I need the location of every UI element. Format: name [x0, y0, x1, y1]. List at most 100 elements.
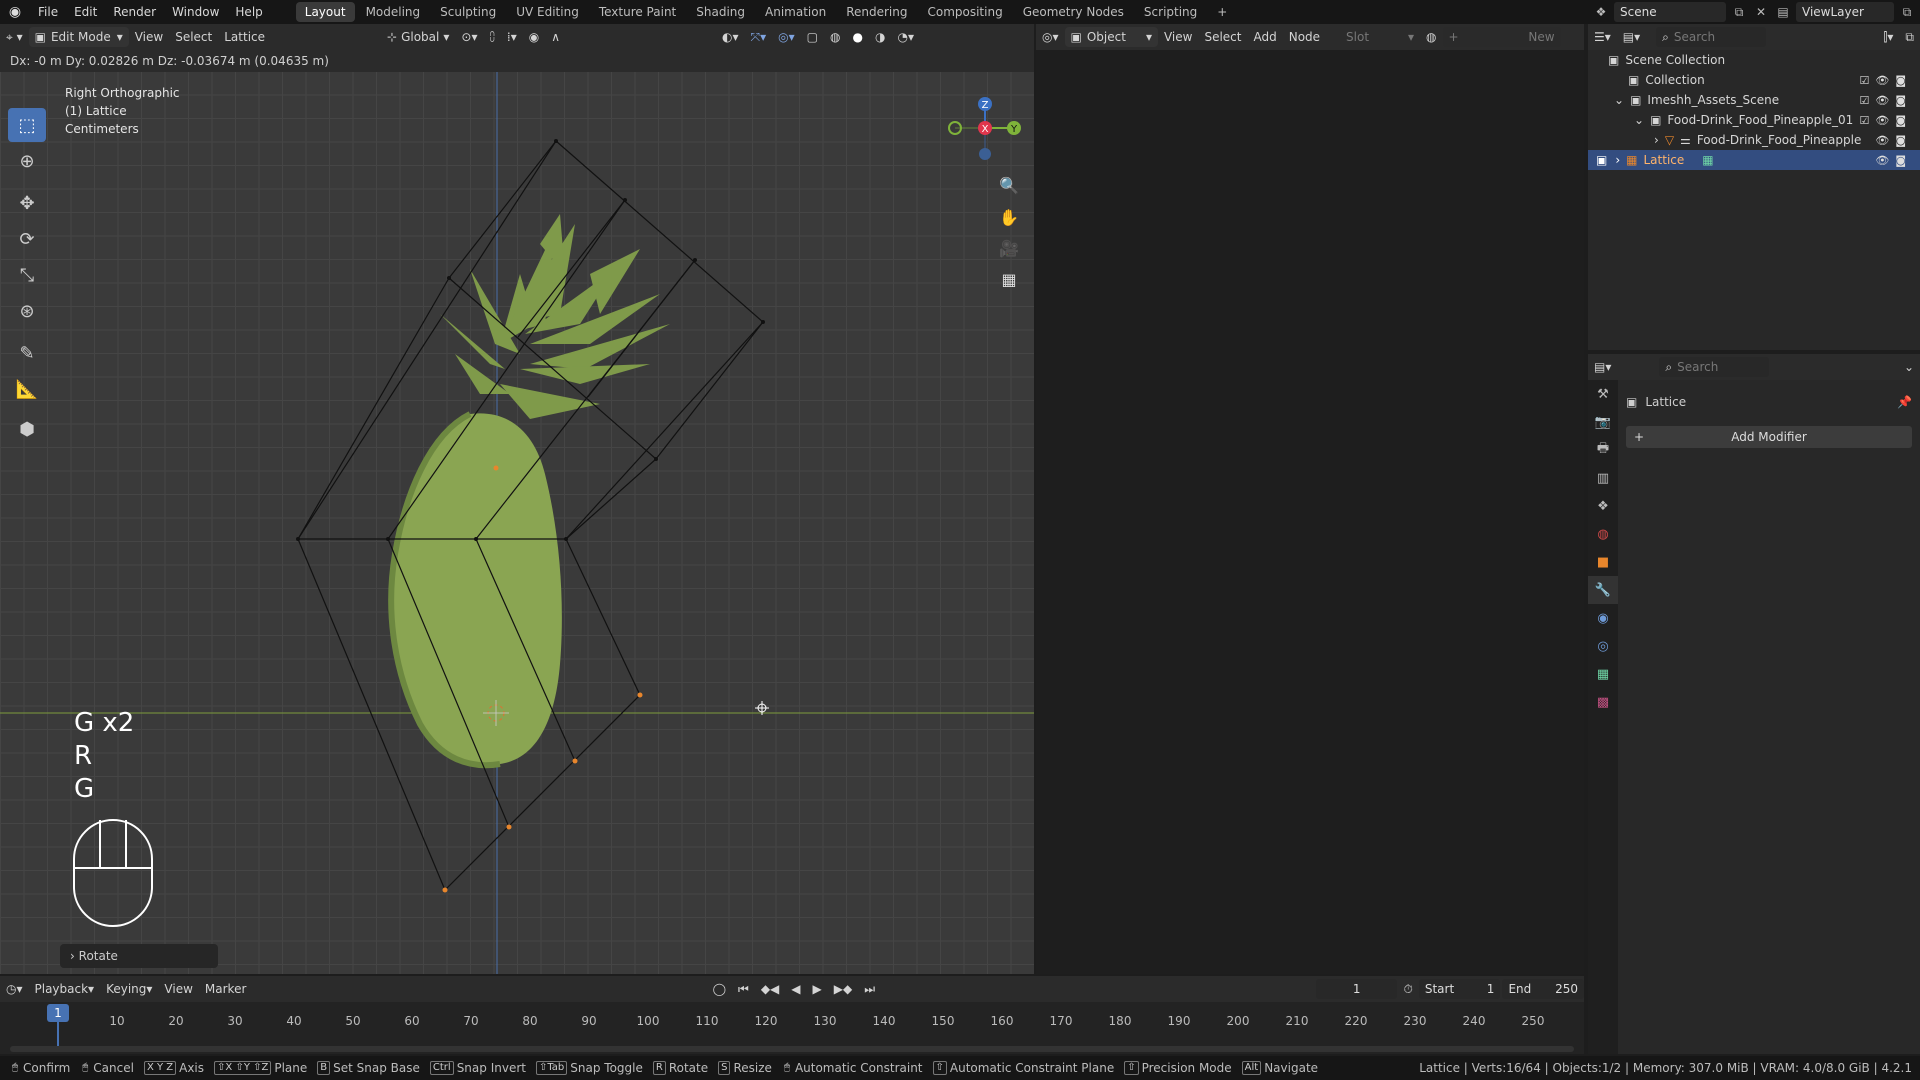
pin-icon[interactable]: 📌: [1897, 395, 1912, 409]
chevron-right-icon[interactable]: ›: [1654, 133, 1659, 147]
filter-icon[interactable]: ⫿▾: [1878, 27, 1900, 47]
scene-icon[interactable]: ❖: [1592, 3, 1610, 21]
outliner-type-icon[interactable]: ☰▾: [1588, 27, 1617, 47]
next-key-icon[interactable]: ▶◆: [828, 979, 858, 999]
menu-help[interactable]: Help: [227, 0, 270, 24]
prev-key-icon[interactable]: ◆◀: [755, 979, 785, 999]
view-layer-selector[interactable]: ViewLayer: [1796, 2, 1894, 22]
tool-tab-icon[interactable]: ⚒: [1588, 380, 1618, 408]
tab-layout[interactable]: Layout: [295, 2, 355, 22]
outliner-row-lattice[interactable]: ▣ › ▦ Lattice ▦ 👁 ◙: [1588, 150, 1920, 170]
navigation-gizmo[interactable]: Z Y X: [948, 97, 1021, 160]
ne-menu-select[interactable]: Select: [1198, 27, 1247, 47]
tab-texture-paint[interactable]: Texture Paint: [590, 2, 685, 22]
particles-tab-icon[interactable]: ◉: [1588, 604, 1618, 632]
object-type-selector[interactable]: ▣ Object ▾: [1064, 27, 1158, 47]
ne-menu-node[interactable]: Node: [1283, 27, 1326, 47]
delete-scene-icon[interactable]: ✕: [1752, 3, 1770, 21]
start-frame-field[interactable]: Start 1: [1418, 979, 1501, 999]
chevron-right-icon[interactable]: ›: [1615, 153, 1620, 167]
blender-logo-icon[interactable]: ◉: [0, 0, 30, 24]
timeline-type-icon[interactable]: ◷▾: [0, 979, 29, 999]
render-tab-icon[interactable]: 📷: [1588, 408, 1618, 436]
eye-icon[interactable]: 👁: [1875, 94, 1889, 107]
world-tab-icon[interactable]: ◍: [1588, 520, 1618, 548]
slot-selector[interactable]: Slot ▾: [1340, 27, 1420, 47]
play-icon[interactable]: ▶: [807, 979, 828, 999]
tab-sculpting[interactable]: Sculpting: [431, 2, 505, 22]
play-reverse-icon[interactable]: ◀: [785, 979, 806, 999]
timeline-scrollbar[interactable]: [10, 1046, 1574, 1052]
new-collection-icon[interactable]: ⧉: [1899, 27, 1920, 47]
menu-keying[interactable]: Keying ▾: [100, 979, 158, 999]
last-operator-panel[interactable]: › Rotate: [60, 944, 218, 968]
ne-menu-view[interactable]: View: [1158, 27, 1198, 47]
menu-marker[interactable]: Marker: [199, 979, 252, 999]
checkbox-icon[interactable]: ☑: [1859, 94, 1869, 107]
modifier-tab-icon[interactable]: 🔧: [1588, 576, 1618, 604]
tab-geometry-nodes[interactable]: Geometry Nodes: [1014, 2, 1133, 22]
ortho-grid-icon[interactable]: ▦: [996, 266, 1022, 292]
auto-key-icon[interactable]: ◯: [707, 979, 732, 999]
3d-viewport[interactable]: ⌖ ▾ ▣ Edit Mode ▾ View Select Lattice ⊹ Glo…: [0, 24, 1034, 974]
output-tab-icon[interactable]: 🖶: [1588, 436, 1618, 464]
eye-icon[interactable]: 👁: [1875, 134, 1889, 147]
zoom-icon[interactable]: 🔍: [996, 172, 1022, 198]
new-scene-icon[interactable]: ⧉: [1730, 3, 1748, 21]
outliner-search[interactable]: ⌕ Search: [1656, 27, 1767, 47]
edit-mode-icon[interactable]: ▣: [1596, 153, 1607, 167]
chevron-down-icon[interactable]: ⌄: [1898, 357, 1920, 377]
menu-file[interactable]: File: [30, 0, 66, 24]
add-workspace-icon[interactable]: +: [1208, 2, 1236, 22]
outliner-row-imeshh-assets-scene[interactable]: ⌄ ▣ Imeshh_Assets_Scene ☑ 👁 ◙: [1588, 90, 1920, 110]
scene-tab-icon[interactable]: ❖: [1588, 492, 1618, 520]
outliner-row-pineapple-collection[interactable]: ⌄ ▣ Food-Drink_Food_Pineapple_01 ☑ 👁 ◙: [1588, 110, 1920, 130]
ne-menu-add[interactable]: Add: [1247, 27, 1282, 47]
menu-window[interactable]: Window: [164, 0, 227, 24]
stopwatch-icon[interactable]: ⏱: [1397, 979, 1418, 999]
camera-icon[interactable]: ◙: [1895, 74, 1906, 87]
menu-edit[interactable]: Edit: [66, 0, 105, 24]
pan-hand-icon[interactable]: ✋: [996, 204, 1022, 230]
outliner-row-collection[interactable]: ▣ Collection ☑ 👁 ◙: [1588, 70, 1920, 90]
camera-icon[interactable]: ◙: [1895, 134, 1906, 147]
material-browse-icon[interactable]: ◍: [1420, 27, 1442, 47]
chevron-down-icon[interactable]: ⌄: [1614, 93, 1624, 107]
properties-search[interactable]: ⌕ Search: [1659, 357, 1770, 377]
menu-render[interactable]: Render: [105, 0, 164, 24]
viewport-canvas[interactable]: Z Y X: [0, 24, 1034, 974]
camera-icon[interactable]: ◙: [1895, 94, 1906, 107]
timeline[interactable]: ◷▾ Playback ▾ Keying ▾ View Marker ◯ ⏮ ◆…: [0, 976, 1585, 1054]
end-frame-field[interactable]: End 250: [1502, 979, 1585, 999]
outliner-row-scene-collection[interactable]: ▣ Scene Collection: [1588, 50, 1920, 70]
object-tab-icon[interactable]: ■: [1588, 548, 1618, 576]
eye-icon[interactable]: 👁: [1875, 154, 1889, 167]
view-layer-tab-icon[interactable]: ▥: [1588, 464, 1618, 492]
scene-selector[interactable]: Scene: [1614, 2, 1726, 22]
eye-icon[interactable]: 👁: [1875, 74, 1889, 87]
camera-view-icon[interactable]: 🎥: [996, 235, 1022, 261]
tab-compositing[interactable]: Compositing: [918, 2, 1011, 22]
properties-type-icon[interactable]: ▤▾: [1588, 357, 1617, 377]
tab-modeling[interactable]: Modeling: [357, 2, 430, 22]
view-layer-icon[interactable]: ▤: [1774, 3, 1792, 21]
tab-shading[interactable]: Shading: [687, 2, 754, 22]
new-material-button[interactable]: + New: [1442, 27, 1561, 47]
tab-uv-editing[interactable]: UV Editing: [507, 2, 588, 22]
jump-end-icon[interactable]: ⏭: [858, 979, 881, 999]
current-frame-field[interactable]: 1: [1315, 979, 1398, 999]
lattice-data-tab-icon[interactable]: ▦: [1588, 660, 1618, 688]
tl-menu-view[interactable]: View: [158, 979, 198, 999]
shader-node-editor[interactable]: ◎▾ ▣ Object ▾ View Select Add Node Slot ▾ ◍…: [1036, 24, 1584, 974]
checkbox-icon[interactable]: ☑: [1859, 74, 1869, 87]
camera-icon[interactable]: ◙: [1895, 154, 1906, 167]
texture-tab-icon[interactable]: ▩: [1588, 688, 1618, 716]
tab-rendering[interactable]: Rendering: [837, 2, 916, 22]
eye-icon[interactable]: 👁: [1875, 114, 1889, 127]
outliner-row-pineapple-mesh[interactable]: › ▽ ⚌ Food-Drink_Food_Pineapple 👁 ◙: [1588, 130, 1920, 150]
tab-scripting[interactable]: Scripting: [1135, 2, 1206, 22]
physics-tab-icon[interactable]: ◎: [1588, 632, 1618, 660]
display-mode-icon[interactable]: ▤▾: [1617, 27, 1646, 47]
new-view-layer-icon[interactable]: ⧉: [1898, 3, 1916, 21]
add-modifier-button[interactable]: + Add Modifier: [1626, 426, 1912, 448]
